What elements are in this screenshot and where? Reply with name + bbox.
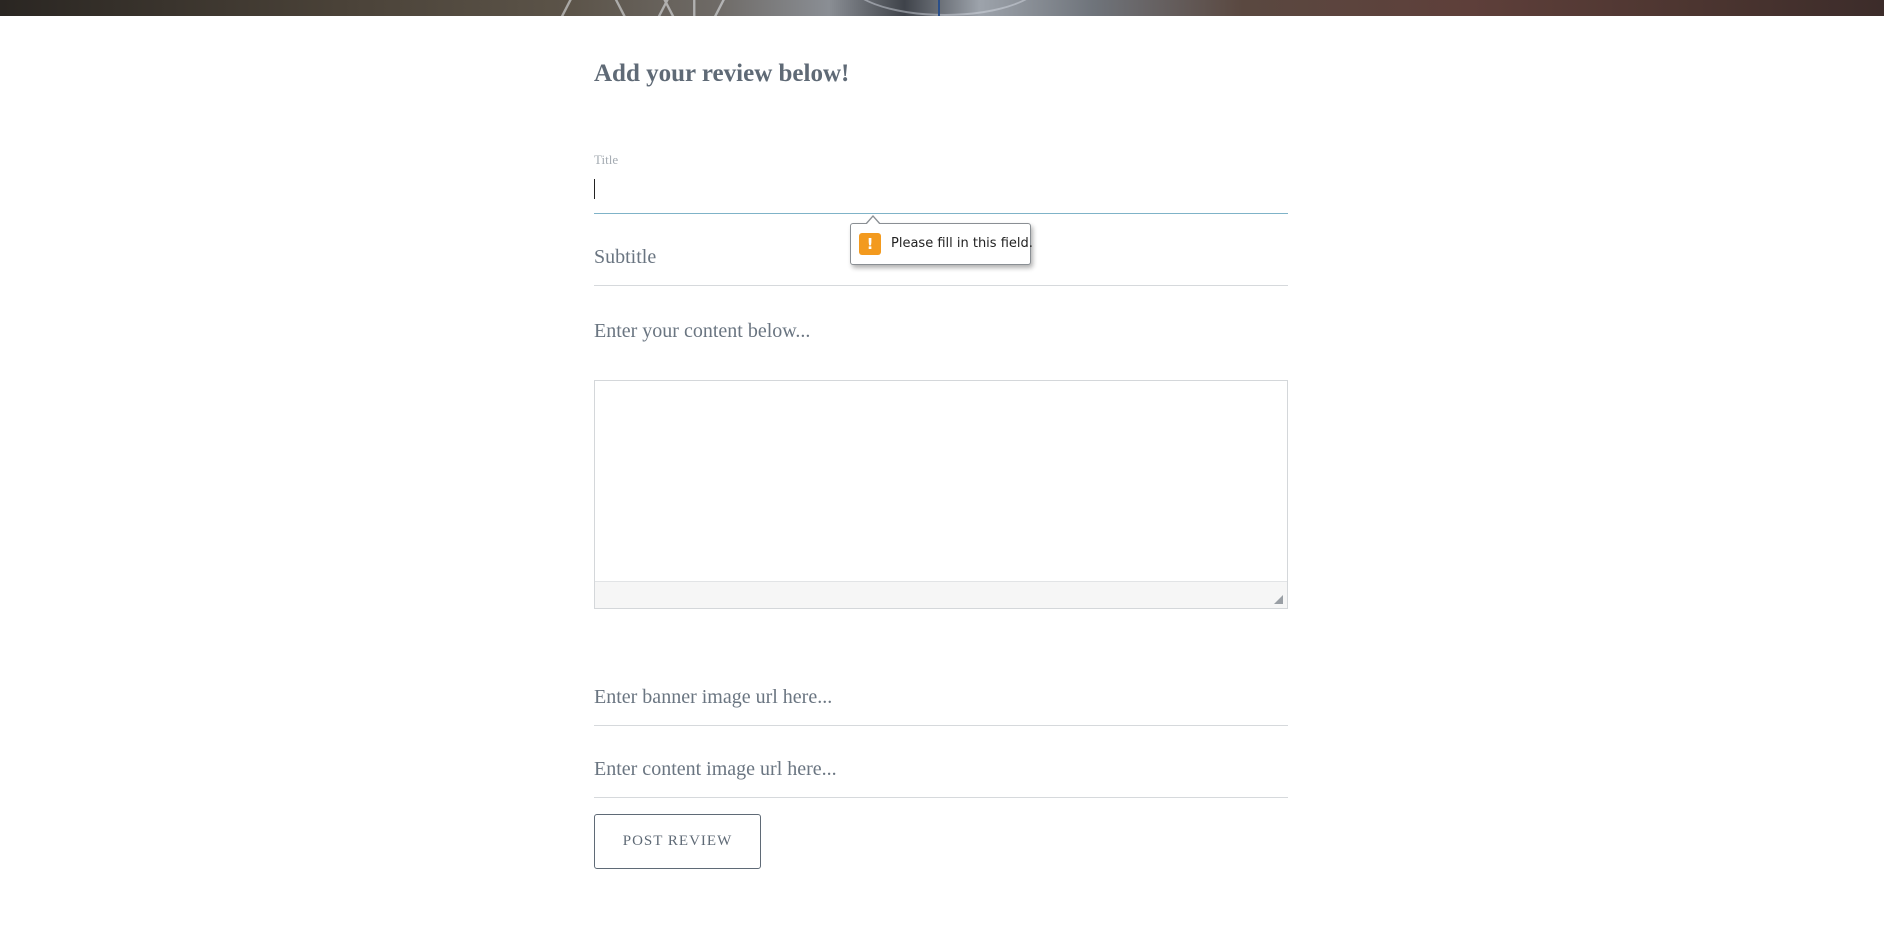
banner-url-input[interactable]: Enter banner image url here... bbox=[594, 666, 1288, 726]
subtitle-placeholder: Subtitle bbox=[594, 246, 657, 268]
text-caret bbox=[594, 179, 595, 199]
validation-message: Please fill in this field. bbox=[891, 236, 1033, 251]
header-banner-image: ╱ ╲ ╳│╱ bbox=[0, 0, 1884, 16]
content-prompt: Enter your content below... bbox=[594, 320, 811, 342]
editor-status-bar bbox=[595, 581, 1287, 608]
content-image-url-input[interactable]: Enter content image url here... bbox=[594, 738, 1288, 798]
banner-compass-markings: ╱ ╲ ╳│╱ bbox=[560, 0, 741, 16]
title-label: Title bbox=[594, 152, 619, 167]
banner-compass-dial bbox=[845, 0, 1045, 16]
banner-compass-needle bbox=[938, 0, 940, 16]
validation-tooltip: ! Please fill in this field. bbox=[850, 215, 1033, 265]
resize-handle-icon[interactable] bbox=[1274, 595, 1283, 604]
form-heading: Add your review below! bbox=[594, 60, 850, 87]
content-editor[interactable] bbox=[594, 380, 1288, 609]
warning-icon: ! bbox=[859, 233, 881, 255]
content-image-url-placeholder: Enter content image url here... bbox=[594, 758, 837, 780]
title-input[interactable] bbox=[594, 176, 1288, 214]
banner-url-placeholder: Enter banner image url here... bbox=[594, 686, 833, 708]
post-review-button[interactable]: Post Review bbox=[594, 814, 761, 869]
